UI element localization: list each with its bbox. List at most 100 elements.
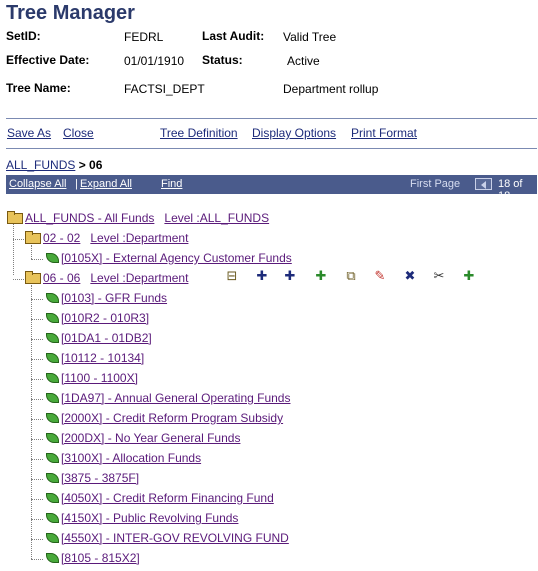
tree-level-link[interactable]: Level :Department xyxy=(90,231,188,245)
effective-date-label: Effective Date: xyxy=(6,53,90,67)
tree-leaf-row: [4550X] - INTER-GOV REVOLVING FUND xyxy=(44,531,289,551)
tree-node-link[interactable]: 02 - 02 xyxy=(43,231,80,245)
delete-icon[interactable]: ✖ xyxy=(402,268,418,284)
tree-leaf-link[interactable]: [200DX] - No Year General Funds xyxy=(61,431,240,445)
tree-node-row: 02 - 02 Level :Department xyxy=(25,231,188,251)
tree-leaf-row: [10112 - 10134] xyxy=(44,351,144,371)
collapse-all-link[interactable]: Collapse All xyxy=(9,178,66,190)
leaf-icon xyxy=(44,373,59,383)
leaf-icon xyxy=(44,253,59,263)
effective-date-value: 01/01/1910 xyxy=(124,54,185,68)
edit-node-icon[interactable]: ✎ xyxy=(372,268,388,284)
tree-leaf-link[interactable]: [01DA1 - 01DB2] xyxy=(61,331,152,345)
tree-leaf-row: [1DA97] - Annual General Operating Funds xyxy=(44,391,290,411)
tree-leaf-link[interactable]: [1DA97] - Annual General Operating Funds xyxy=(61,391,290,405)
page-title: Tree Manager xyxy=(6,2,135,24)
display-options-link[interactable]: Display Options xyxy=(252,126,336,140)
tree-connector xyxy=(31,559,43,560)
tree-leaf-link[interactable]: [0103] - GFR Funds xyxy=(61,291,167,305)
breadcrumb-separator: > xyxy=(75,158,90,172)
tree-leaf-link[interactable]: [4150X] - Public Revolving Funds xyxy=(61,511,238,525)
leaf-icon xyxy=(44,513,59,523)
tree-leaf-row: [2000X] - Credit Reform Program Subsidy xyxy=(44,411,283,431)
tree-leaf-link[interactable]: [2000X] - Credit Reform Program Subsidy xyxy=(61,411,283,425)
leaf-icon xyxy=(44,533,59,543)
tree-name-value: FACTSI_DEPT xyxy=(124,82,205,96)
divider xyxy=(6,148,537,149)
tree-level-link[interactable]: Level :ALL_FUNDS xyxy=(164,211,269,225)
breadcrumb: ALL_FUNDS > 06 xyxy=(6,158,102,172)
tree-leaf-link[interactable]: [4550X] - INTER-GOV REVOLVING FUND xyxy=(61,531,289,545)
insert-sibling-icon[interactable]: ✚ xyxy=(254,268,270,284)
leaf-icon xyxy=(44,413,59,423)
add-leaf-icon[interactable]: ✚ xyxy=(461,268,477,284)
previous-page-icon[interactable] xyxy=(475,178,492,190)
tree-leaf-row: [3875 - 3875F] xyxy=(44,471,139,491)
tree-connector xyxy=(31,299,43,300)
insert-child-icon[interactable]: ✚ xyxy=(282,268,298,284)
cut-folder-icon[interactable]: ⧉ xyxy=(343,268,359,284)
tree-leaf-link[interactable]: [3100X] - Allocation Funds xyxy=(61,451,201,465)
setid-value: FEDRL xyxy=(124,30,164,44)
tree-leaf-link[interactable]: [10112 - 10134] xyxy=(61,351,144,365)
close-link[interactable]: Close xyxy=(63,126,94,140)
tree-leaf-row: [3100X] - Allocation Funds xyxy=(44,451,201,471)
open-folder-icon xyxy=(7,211,23,224)
tree-connector xyxy=(31,399,43,400)
leaf-icon xyxy=(44,493,59,503)
tree-root-row: ALL_FUNDS - All Funds Level :ALL_FUNDS xyxy=(7,211,269,231)
last-audit-value: Valid Tree xyxy=(283,30,337,44)
setid-label: SetID: xyxy=(6,29,41,43)
tree-connector xyxy=(31,499,43,500)
leaf-icon xyxy=(44,453,59,463)
last-audit-label: Last Audit: xyxy=(202,29,265,43)
tree-leaf-row: [01DA1 - 01DB2] xyxy=(44,331,152,351)
tree-connector xyxy=(31,339,43,340)
tree-node-row: 06 - 06 Level :Department xyxy=(25,271,188,291)
tree-description: Department rollup xyxy=(283,82,379,96)
tree-name-label: Tree Name: xyxy=(6,81,71,95)
leaf-icon xyxy=(44,353,59,363)
cut-icon[interactable]: ✂ xyxy=(431,268,447,284)
tree-level-link[interactable]: Level :Department xyxy=(90,271,188,285)
tree-connector xyxy=(31,259,43,260)
tree-leaf-row: [8105 - 815X2] xyxy=(44,551,140,571)
tree-definition-link[interactable]: Tree Definition xyxy=(160,126,238,140)
divider xyxy=(6,118,537,119)
tree-leaf-link[interactable]: [0105X] - External Agency Customer Funds xyxy=(61,251,292,265)
tree-leaf-link[interactable]: [8105 - 815X2] xyxy=(61,551,140,565)
breadcrumb-current: 06 xyxy=(89,158,103,172)
tree-leaf-link[interactable]: [4050X] - Credit Reform Financing Fund xyxy=(61,491,274,505)
tree-connector xyxy=(31,479,43,480)
tree-node-link[interactable]: ALL_FUNDS - All Funds xyxy=(25,211,154,225)
leaf-icon xyxy=(44,473,59,483)
status-value: Active xyxy=(287,54,320,68)
tree-leaf-link[interactable]: [010R2 - 010R3] xyxy=(61,311,149,325)
tree-node-link[interactable]: 06 - 06 xyxy=(43,271,80,285)
edit-data-icon[interactable]: ⊟ xyxy=(224,268,240,284)
tree-leaf-row: [0103] - GFR Funds xyxy=(44,291,167,311)
tree-leaf-row: [200DX] - No Year General Funds xyxy=(44,431,240,451)
tree-leaf-row: [4150X] - Public Revolving Funds xyxy=(44,511,238,531)
tree-connector xyxy=(31,419,43,420)
tree-connector xyxy=(31,459,43,460)
breadcrumb-root-link[interactable]: ALL_FUNDS xyxy=(6,158,75,172)
tree-leaf-row: [010R2 - 010R3] xyxy=(44,311,149,331)
tree-connector xyxy=(13,279,24,280)
tree-leaf-row: [4050X] - Credit Reform Financing Fund xyxy=(44,491,274,511)
tree-leaf-link[interactable]: [3875 - 3875F] xyxy=(61,471,139,485)
insert-leaf-icon[interactable]: ✚ xyxy=(313,268,329,284)
leaf-icon xyxy=(44,393,59,403)
tree-leaf-link[interactable]: [1100 - 1100X] xyxy=(61,371,138,385)
tree-connector xyxy=(13,224,14,275)
tree-connector xyxy=(31,359,43,360)
first-page-label: First Page xyxy=(410,178,461,190)
leaf-icon xyxy=(44,553,59,563)
save-as-link[interactable]: Save As xyxy=(7,126,51,140)
open-folder-icon xyxy=(25,271,41,284)
expand-all-link[interactable]: Expand All xyxy=(80,178,132,190)
tree-connector xyxy=(31,439,43,440)
tree-connector xyxy=(31,519,43,520)
find-link[interactable]: Find xyxy=(161,178,182,190)
print-format-link[interactable]: Print Format xyxy=(351,126,417,140)
